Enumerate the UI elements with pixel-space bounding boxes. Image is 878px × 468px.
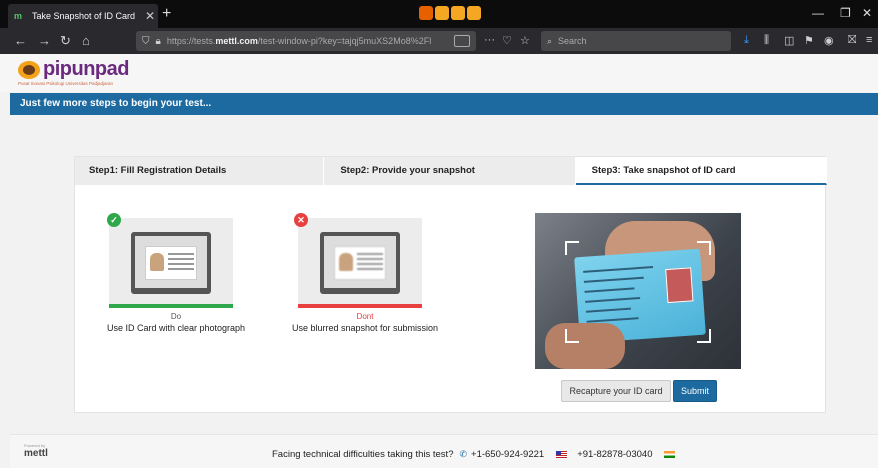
page-header: pipunpad Pusat Inovasi Psikologi Univers… [0, 54, 878, 92]
logo-text: pipunpad [43, 58, 129, 80]
page-footer: Powered by mettl Facing technical diffic… [10, 434, 878, 468]
logo-mark-icon [18, 60, 40, 79]
sidebar-icon[interactable]: ◫ [784, 34, 794, 47]
help-line: Facing technical difficulties taking thi… [272, 449, 685, 460]
dont-label: Dont [356, 312, 374, 321]
phone-us[interactable]: +1-650-924-9221 [471, 449, 544, 460]
browser-tab[interactable]: m Take Snapshot of ID Card ✕ [8, 4, 158, 28]
forward-icon[interactable]: → [38, 34, 51, 48]
browser-nav-bar: ← → ↻ ⌂ ⛉ 🔒︎ https://tests.mettl.com/tes… [0, 28, 878, 54]
id-photo [665, 267, 694, 304]
pocket-icon[interactable]: ♡ [502, 34, 512, 47]
reload-icon[interactable]: ↻ [60, 34, 71, 48]
powered-by-mettl: Powered by mettl [24, 443, 48, 459]
tab-step2[interactable]: Step2: Provide your snapshot [324, 157, 576, 185]
firefox-icon [419, 6, 433, 20]
minimize-icon[interactable]: — [812, 6, 824, 20]
instruction-banner: Just few more steps to begin your test..… [10, 93, 878, 115]
us-flag-icon [556, 451, 568, 458]
back-icon[interactable]: ← [14, 34, 27, 48]
extension-icon[interactable]: ◉ [824, 34, 834, 47]
check-icon: ✓ [107, 213, 121, 227]
logo-subtitle: Pusat Inovasi Psikologi Universitas Padj… [18, 81, 114, 86]
library-icon[interactable]: ⫼ [764, 34, 769, 47]
step-tabs: Step1: Fill Registration Details Step2: … [75, 157, 827, 185]
id-card-icon [145, 246, 197, 280]
blurred-id-card-icon [334, 246, 386, 280]
home-icon[interactable]: ⌂ [82, 34, 90, 48]
search-icon: ⌕ [547, 35, 553, 46]
screen-share-icon[interactable] [467, 6, 481, 20]
url-bar[interactable]: ⛉ 🔒︎ https://tests.mettl.com/test-window… [136, 31, 476, 51]
shield-icon[interactable]: ⛉ [142, 36, 150, 47]
search-input[interactable]: ⌕ Search [541, 31, 731, 51]
close-tab-icon[interactable]: ✕ [142, 9, 158, 23]
download-icon[interactable]: ⤓ [744, 34, 749, 47]
capture-frame-corner [565, 241, 579, 255]
phone-icon: ✆ [459, 449, 468, 459]
reader-view-icon[interactable] [454, 35, 470, 47]
capture-frame-corner [697, 329, 711, 343]
close-window-icon[interactable]: ✕ [862, 6, 872, 20]
dont-example-image [298, 218, 422, 304]
help-text: Facing technical difficulties taking thi… [272, 449, 454, 460]
restore-icon[interactable]: ❐ [840, 6, 851, 20]
do-example-image [109, 218, 233, 304]
submit-button[interactable]: Submit [673, 380, 717, 402]
laptop-icon [131, 232, 211, 294]
laptop-icon [320, 232, 400, 294]
new-tab-icon[interactable]: + [162, 5, 171, 23]
india-flag-icon [664, 451, 676, 458]
url-text[interactable]: https://tests.mettl.com/test-window-pi?k… [167, 36, 454, 46]
dont-indicator-bar [298, 304, 422, 308]
dont-description: Use blurred snapshot for submission [291, 323, 439, 333]
snapshot-card: Step1: Fill Registration Details Step2: … [74, 156, 827, 413]
phone-in[interactable]: +91-82878-03040 [577, 449, 652, 460]
gift-icon[interactable]: ⛝ [848, 34, 856, 47]
mettl-logo: mettl [24, 448, 48, 459]
captured-id-snapshot [535, 213, 741, 369]
cross-icon: ✕ [294, 213, 308, 227]
tab-step1[interactable]: Step1: Fill Registration Details [75, 157, 325, 185]
page-actions-icon[interactable]: ··· [484, 34, 495, 46]
capture-frame-corner [565, 329, 579, 343]
microphone-permission-icon[interactable] [451, 6, 465, 20]
bookmark-star-icon[interactable]: ☆ [520, 34, 530, 47]
tab-title: Take Snapshot of ID Card [32, 11, 136, 21]
capture-frame-corner [697, 241, 711, 255]
do-indicator-bar [109, 304, 233, 308]
camera-permission-icon[interactable] [435, 6, 449, 20]
search-placeholder: Search [558, 36, 587, 46]
recapture-button[interactable]: Recapture your ID card [561, 380, 671, 402]
do-label: Do [170, 312, 182, 321]
flag-extension-icon[interactable]: ⚑ [804, 34, 814, 47]
pipunpad-logo: pipunpad [18, 58, 129, 81]
browser-tab-strip: m Take Snapshot of ID Card ✕ + — ❐ ✕ [0, 0, 878, 28]
extension-indicators [419, 6, 481, 22]
menu-icon[interactable]: ≡ [866, 34, 872, 46]
tab-step3[interactable]: Step3: Take snapshot of ID card [575, 157, 827, 185]
do-description: Use ID Card with clear photograph [106, 323, 246, 333]
lock-icon[interactable]: 🔒︎ [156, 36, 161, 47]
thumb-image [545, 323, 625, 369]
mettl-favicon-icon: m [14, 11, 23, 21]
